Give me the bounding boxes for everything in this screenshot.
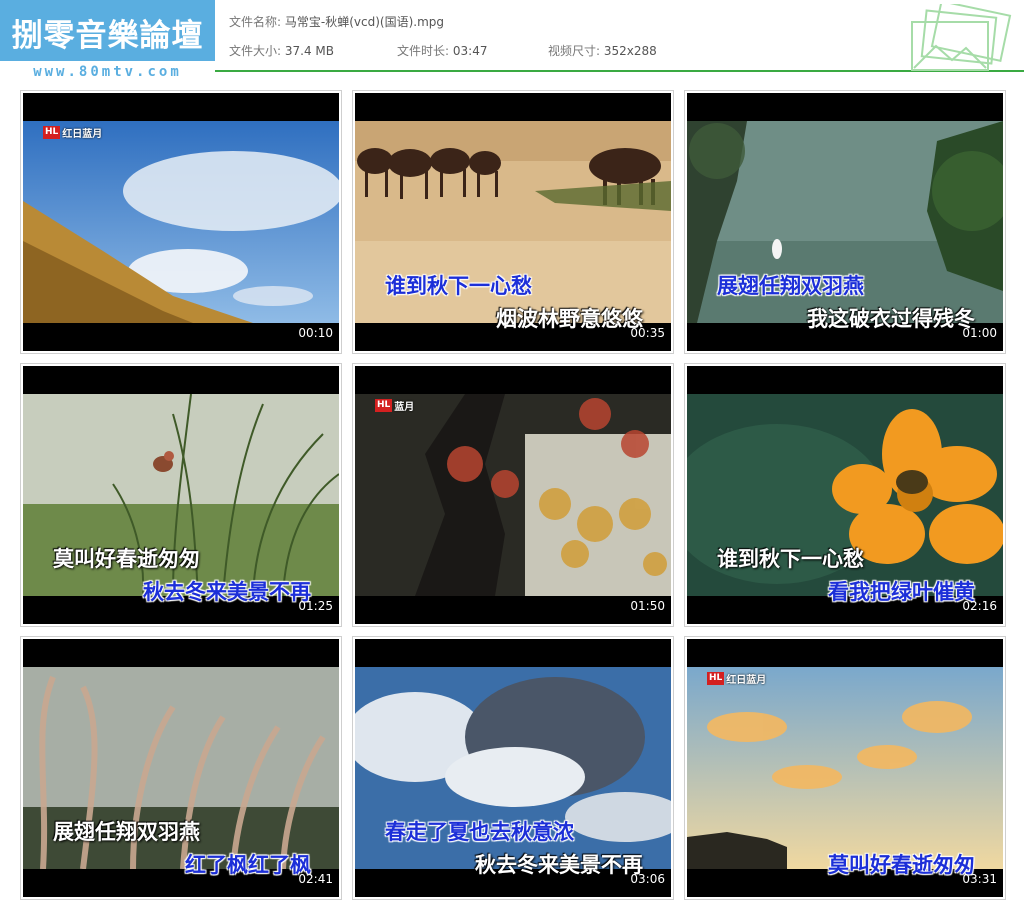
file-size-value: 37.4 MB: [284, 44, 334, 58]
dimension-value: 352x288: [603, 44, 657, 58]
channel-logo-text: 红日蓝月: [726, 674, 767, 686]
lyric-line-1: 谁到秋下一心愁: [385, 274, 532, 298]
scene-maple-tree: [355, 394, 671, 596]
lyric-line-1: 展翅任翔双羽燕: [717, 274, 864, 298]
lyric-line-1: 展翅任翔双羽燕: [53, 820, 200, 844]
timestamp: 02:16: [962, 599, 997, 613]
lyric-line-1: 谁到秋下一心愁: [717, 547, 864, 571]
channel-logo-text: 蓝月: [394, 401, 415, 413]
video-frame: 展翅任翔双羽燕 我这破衣过得残冬 01:00: [687, 93, 1003, 351]
thumbnail-2[interactable]: 谁到秋下一心愁 烟波林野意悠悠 00:35: [352, 90, 674, 354]
channel-logo: HL 红日蓝月: [707, 671, 767, 686]
timestamp: 01:00: [962, 326, 997, 340]
duration-label: 文件时长:: [397, 44, 450, 58]
video-frame: 莫叫好春逝匆匆 秋去冬来美景不再 01:25: [23, 366, 339, 624]
timestamp: 00:35: [630, 326, 665, 340]
video-frame: 春走了夏也去秋意浓 秋去冬来美景不再 03:06: [355, 639, 671, 897]
lyric-line-2: 烟波林野意悠悠: [496, 307, 643, 331]
thumbnail-3[interactable]: 展翅任翔双羽燕 我这破衣过得残冬 01:00: [684, 90, 1006, 354]
timestamp: 01:25: [298, 599, 333, 613]
lyric-line-2: 我这破衣过得残冬: [807, 307, 975, 331]
video-frame: 谁到秋下一心愁 烟波林野意悠悠 00:35: [355, 93, 671, 351]
scene-sunset-sky: [687, 667, 1003, 869]
lyric-line-2: 莫叫好春逝匆匆: [828, 853, 975, 877]
timestamp: 00:10: [298, 326, 333, 340]
lyric-line-2: 秋去冬来美景不再: [143, 580, 311, 604]
channel-logo: HL 蓝月: [375, 398, 415, 413]
timestamp: 03:06: [630, 872, 665, 886]
logo-url: www.80mtv.com: [0, 61, 215, 83]
file-size-label: 文件大小:: [229, 44, 282, 58]
file-size-row: 文件大小: 37.4 MB: [229, 42, 334, 59]
timestamp: 02:41: [298, 872, 333, 886]
video-frame: 展翅任翔双羽燕 红了枫红了枫 02:41: [23, 639, 339, 897]
thumbnail-4[interactable]: 莫叫好春逝匆匆 秋去冬来美景不再 01:25: [20, 363, 342, 627]
thumbnail-6[interactable]: 谁到秋下一心愁 看我把绿叶催黄 02:16: [684, 363, 1006, 627]
logo-title: 捌零音樂論壇: [11, 18, 204, 54]
lyric-line-1: 春走了夏也去秋意浓: [385, 820, 574, 844]
duration-value: 03:47: [452, 44, 488, 58]
thumbnail-9[interactable]: HL 红日蓝月 莫叫好春逝匆匆 03:31: [684, 636, 1006, 900]
dimension-label: 视频尺寸:: [548, 44, 601, 58]
dimension-row: 视频尺寸: 352x288: [548, 42, 657, 59]
thumbnail-8[interactable]: 春走了夏也去秋意浓 秋去冬来美景不再 03:06: [352, 636, 674, 900]
filename-value: 马常宝-秋蝉(vcd)(国语).mpg: [284, 15, 444, 29]
video-frame: HL 红日蓝月 莫叫好春逝匆匆 03:31: [687, 639, 1003, 897]
timestamp: 01:50: [630, 599, 665, 613]
channel-logo-mark: HL: [707, 671, 725, 685]
video-frame: HL 蓝月 01:50: [355, 366, 671, 624]
video-frame: 谁到秋下一心愁 看我把绿叶催黄 02:16: [687, 366, 1003, 624]
thumbnail-5[interactable]: HL 蓝月 01:50: [352, 363, 674, 627]
picture-stack-icon: [911, 4, 1012, 71]
thumbnail-1[interactable]: HL 红日蓝月 00:10: [20, 90, 342, 354]
site-logo: 捌零音樂論壇 www.80mtv.com: [0, 0, 215, 83]
timestamp: 03:31: [962, 872, 997, 886]
video-frame: HL 红日蓝月 00:10: [23, 93, 339, 351]
thumbnail-7[interactable]: 展翅任翔双羽燕 红了枫红了枫 02:41: [20, 636, 342, 900]
channel-logo-mark: HL: [43, 125, 61, 139]
scene-grassy-hill: [23, 121, 339, 323]
channel-logo-mark: HL: [375, 398, 393, 412]
lyric-line-2: 红了枫红了枫: [185, 853, 311, 877]
filename-label: 文件名称:: [229, 15, 282, 29]
duration-row: 文件时长: 03:47: [397, 42, 487, 59]
header-divider: [215, 70, 1024, 72]
channel-logo-text: 红日蓝月: [62, 128, 103, 140]
lyric-line-2: 秋去冬来美景不再: [475, 853, 643, 877]
filename-row: 文件名称: 马常宝-秋蝉(vcd)(国语).mpg: [229, 13, 444, 30]
lyric-line-1: 莫叫好春逝匆匆: [53, 547, 200, 571]
channel-logo: HL 红日蓝月: [43, 125, 103, 140]
lyric-line-2: 看我把绿叶催黄: [828, 580, 975, 604]
